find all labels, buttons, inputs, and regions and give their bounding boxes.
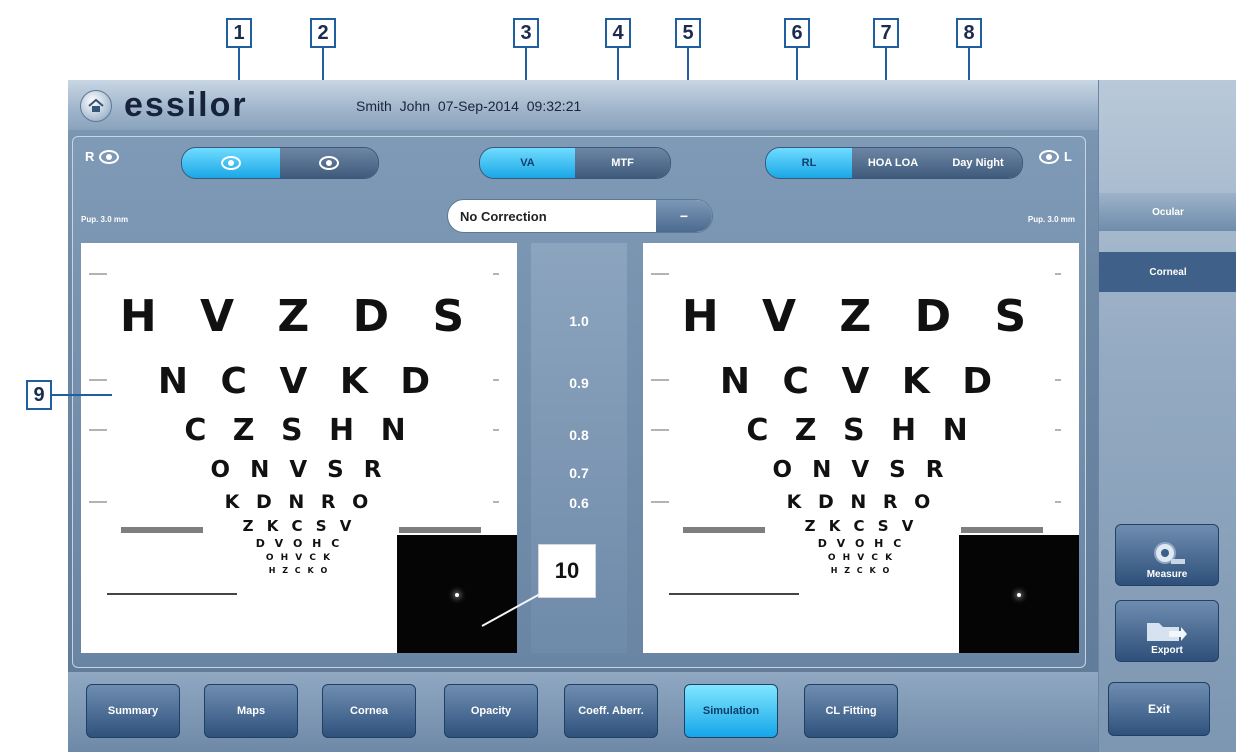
callout-8: 8 xyxy=(956,18,982,48)
va-button[interactable]: VA xyxy=(480,148,575,178)
view-toggle xyxy=(181,147,379,179)
chart-row-4: O N V S R xyxy=(772,457,950,483)
callout-9: 9 xyxy=(26,380,52,410)
app-window: essilor Smith John 07-Sep-2014 09:32:21 … xyxy=(68,80,1236,752)
nav-coeff-aberr[interactable]: Coeff. Aberr. xyxy=(564,684,658,738)
chart-row-5: K D N R O xyxy=(786,491,936,513)
home-button[interactable] xyxy=(80,90,112,122)
callout-5: 5 xyxy=(675,18,701,48)
tab-ocular[interactable]: Ocular xyxy=(1099,193,1236,231)
nav-opacity[interactable]: Opacity xyxy=(444,684,538,738)
chart-row-4: O N V S R xyxy=(210,457,388,483)
acuity-1-0: 1.0 xyxy=(569,313,589,329)
callout-line-10 xyxy=(481,593,541,627)
chart-row-5: K D N R O xyxy=(224,491,374,513)
chart-row-1: H V Z D S xyxy=(119,291,479,342)
acuity-0-9: 0.9 xyxy=(569,375,589,391)
exit-button[interactable]: Exit xyxy=(1108,682,1210,736)
right-panel: Ocular Corneal Measure Export xyxy=(1098,80,1236,752)
chart-row-3: C Z S H N xyxy=(184,413,414,448)
acuity-0-6: 0.6 xyxy=(569,495,589,511)
right-eye-label: R xyxy=(85,149,120,164)
measure-button[interactable]: Measure xyxy=(1115,524,1219,586)
view-option-2[interactable] xyxy=(280,148,378,178)
hoa-loa-button[interactable]: HOA LOA xyxy=(852,148,934,178)
bottom-navigation: Summary Maps Cornea Opacity Coeff. Aberr… xyxy=(68,672,1098,752)
patient-info: Smith John 07-Sep-2014 09:32:21 xyxy=(356,98,582,114)
day-night-button[interactable]: Day Night xyxy=(934,148,1022,178)
callout-4: 4 xyxy=(605,18,631,48)
measure-label: Measure xyxy=(1146,569,1188,580)
nav-cl-fitting[interactable]: CL Fitting xyxy=(804,684,898,738)
view-option-1[interactable] xyxy=(182,148,280,178)
nav-cornea[interactable]: Cornea xyxy=(322,684,416,738)
measure-icon xyxy=(1154,542,1185,564)
psf-image xyxy=(959,535,1079,653)
callout-3: 3 xyxy=(513,18,539,48)
nav-maps[interactable]: Maps xyxy=(204,684,298,738)
rl-button[interactable]: RL xyxy=(766,148,852,178)
acuity-0-8: 0.8 xyxy=(569,427,589,443)
tab-corneal[interactable]: Corneal xyxy=(1099,252,1236,292)
chart-row-3: C Z S H N xyxy=(746,413,976,448)
eye-icon xyxy=(319,156,339,170)
acuity-0-7: 0.7 xyxy=(569,465,589,481)
mtf-button[interactable]: MTF xyxy=(575,148,670,178)
callout-1: 1 xyxy=(226,18,252,48)
callout-line-9 xyxy=(52,394,112,396)
correction-dropdown[interactable]: No Correction − xyxy=(447,199,713,233)
pupil-size-left: Pup. 3.0 mm xyxy=(81,215,129,224)
chart-row-1: H V Z D S xyxy=(681,291,1041,342)
eye-icon xyxy=(99,149,120,164)
export-label: Export xyxy=(1151,645,1183,656)
callout-7: 7 xyxy=(873,18,899,48)
export-button[interactable]: Export xyxy=(1115,600,1219,662)
nav-simulation[interactable]: Simulation xyxy=(684,684,778,738)
callout-6: 6 xyxy=(784,18,810,48)
display-toggle: RL HOA LOA Day Night xyxy=(765,147,1023,179)
left-eye-acuity-chart: H V Z D S N C V K D C Z S H N O N V S R … xyxy=(81,243,517,653)
correction-value: No Correction xyxy=(460,209,547,224)
callout-2: 2 xyxy=(310,18,336,48)
right-eye-acuity-chart: H V Z D S N C V K D C Z S H N O N V S R … xyxy=(643,243,1079,653)
essilor-logo: essilor xyxy=(124,86,248,124)
eye-icon xyxy=(1039,149,1059,164)
eye-icon xyxy=(221,156,241,170)
left-eye-label: L xyxy=(1039,149,1072,164)
top-bar: essilor Smith John 07-Sep-2014 09:32:21 xyxy=(68,80,1098,130)
chart-row-2: N C V K D xyxy=(157,361,441,402)
home-icon xyxy=(88,98,104,112)
dropdown-arrow-icon[interactable]: − xyxy=(656,200,712,232)
chart-row-2: N C V K D xyxy=(719,361,1003,402)
folder-arrow-icon xyxy=(1147,623,1187,641)
pupil-size-right: Pup. 3.0 mm xyxy=(1027,215,1075,224)
metric-toggle: VA MTF xyxy=(479,147,671,179)
nav-summary[interactable]: Summary xyxy=(86,684,180,738)
